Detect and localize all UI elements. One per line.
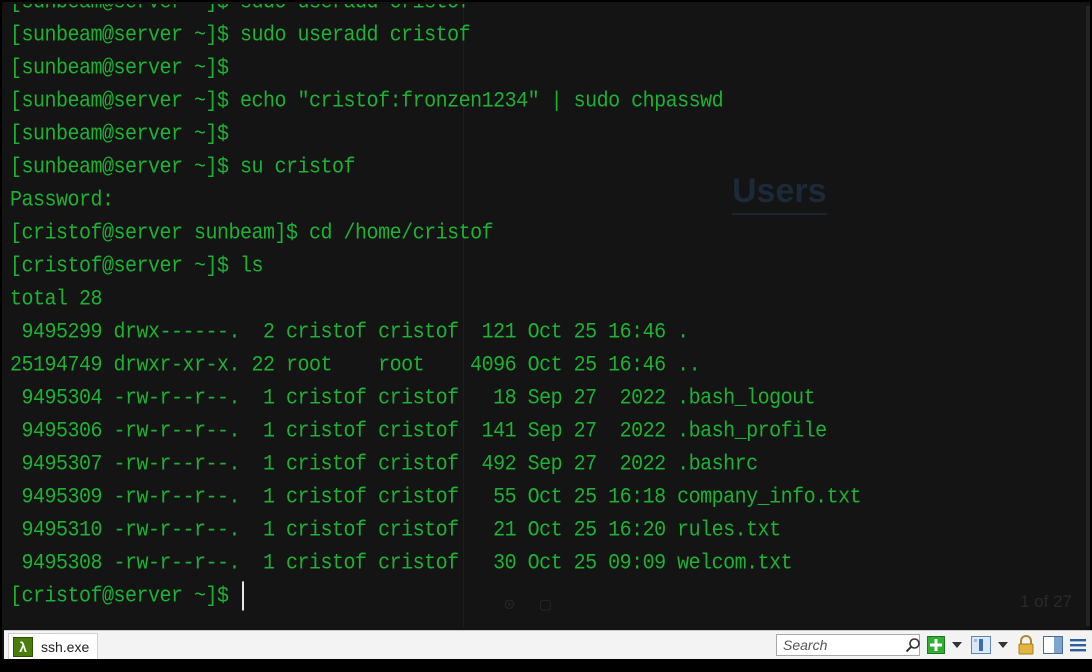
terminal-prompt-line[interactable]: [cristof@server ~]$	[10, 578, 861, 615]
terminal-output: [sunbeam@server ~]$ sudo useradd cristof…	[10, 4, 862, 615]
new-console-dropdown-chevron-icon[interactable]	[950, 635, 964, 655]
split-view-icon[interactable]	[1042, 635, 1064, 655]
terminal-line: [cristof@server sunbeam]$ cd /home/crist…	[10, 220, 494, 247]
terminal-line: 9495304 -rw-r--r--. 1 cristof cristof 18…	[10, 385, 816, 412]
search-box[interactable]	[776, 634, 920, 656]
terminal-line: 9495310 -rw-r--r--. 1 cristof cristof 21…	[10, 517, 782, 544]
terminal-line: [sunbeam@server ~]$	[10, 121, 229, 148]
terminal-prompt: [cristof@server ~]$	[10, 583, 229, 610]
text-cursor	[242, 581, 245, 611]
menu-icon[interactable]	[1068, 635, 1088, 655]
terminal-line: 9495308 -rw-r--r--. 1 cristof cristof 30…	[10, 550, 793, 577]
new-console-icon[interactable]	[926, 635, 946, 655]
terminal-line: 25194749 drwxr-xr-x. 22 root root 4096 O…	[10, 352, 701, 379]
search-input[interactable]	[777, 636, 905, 654]
terminal-line: 9495299 drwx------. 2 cristof cristof 12…	[10, 319, 690, 346]
search-icon[interactable]	[905, 636, 921, 654]
terminal-line: 9495307 -rw-r--r--. 1 cristof cristof 49…	[10, 451, 759, 478]
desktop-edge	[0, 659, 1092, 672]
terminal-line: [sunbeam@server ~]$ su cristof	[10, 154, 356, 181]
terminal-line: 9495306 -rw-r--r--. 1 cristof cristof 14…	[10, 418, 828, 445]
tab-label: ssh.exe	[41, 639, 90, 655]
terminal-line: [sunbeam@server ~]$ sudo useradd cristof	[10, 22, 471, 49]
terminal-scrollbar[interactable]	[1086, 6, 1090, 626]
terminal-line: total 28	[10, 286, 103, 313]
settings-dropdown-chevron-icon[interactable]	[996, 635, 1010, 655]
terminal-line: [cristof@server ~]$ ls	[10, 253, 264, 280]
background-ghost-page-counter: 1 of 27	[1020, 592, 1072, 611]
tab-ssh[interactable]: λ ssh.exe	[8, 633, 99, 661]
console-settings-icon[interactable]	[970, 635, 992, 655]
terminal-line: 9495309 -rw-r--r--. 1 cristof cristof 55…	[10, 484, 862, 511]
terminal-line: Password:	[10, 187, 114, 214]
lambda-icon: λ	[13, 637, 33, 657]
lock-icon[interactable]	[1016, 635, 1036, 655]
console-taskbar: λ ssh.exe	[4, 630, 1092, 661]
terminal-line: [sunbeam@server ~]$ echo "cristof:fronze…	[10, 88, 724, 115]
terminal-viewport[interactable]: Users 1 of 27 ⊙ ▢ [sunbeam@server ~]$ su…	[4, 4, 1090, 628]
terminal-line: [sunbeam@server ~]$	[10, 55, 229, 82]
terminal-window: Users 1 of 27 ⊙ ▢ [sunbeam@server ~]$ su…	[0, 0, 1092, 672]
